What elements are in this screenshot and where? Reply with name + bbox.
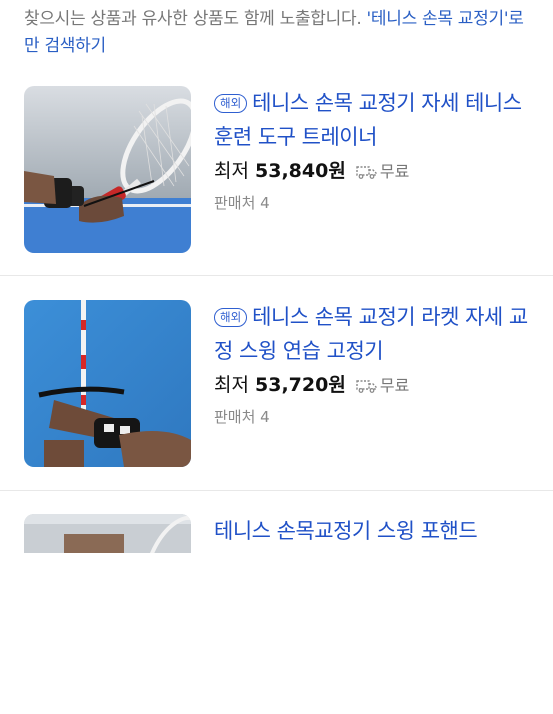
- product-item[interactable]: 해외 테니스 손목 교정기 자세 테니스훈련 도구 트레이너 최저 53,840원…: [24, 86, 534, 286]
- product-title[interactable]: 해외 테니스 손목 교정기 라켓 자세 교정 스윙 연습 고정기: [214, 300, 532, 368]
- product-title[interactable]: 해외 테니스 손목 교정기 자세 테니스훈련 도구 트레이너: [214, 86, 532, 154]
- product-title[interactable]: 테니스 손목교정기 스윙 포핸드: [214, 514, 532, 548]
- exact-search-query: '테니스 손목 교정기': [366, 9, 509, 29]
- price-label: 최저: [214, 160, 249, 182]
- seller-count[interactable]: 판매처 4: [214, 403, 532, 431]
- product-title-text: 테니스 손목 교정기 자세 테니스훈련 도구 트레이너: [214, 91, 522, 149]
- product-item[interactable]: 해외 테니스 손목 교정기 라켓 자세 교정 스윙 연습 고정기 최저 53,72…: [24, 300, 534, 500]
- shipping-info: 무료: [356, 376, 409, 395]
- product-item[interactable]: 테니스 손목교정기 스윙 포핸드: [24, 514, 534, 714]
- price-amount: 53,720원: [255, 374, 346, 396]
- notice-text: 찾으시는 상품과 유사한 상품도 함께 노출합니다.: [24, 9, 367, 29]
- price-label: 최저: [214, 374, 249, 396]
- overseas-badge: 해외: [214, 94, 248, 113]
- price-row: 최저 53,840원 무료: [214, 156, 532, 187]
- price-row: 최저 53,720원 무료: [214, 370, 532, 401]
- product-info: 테니스 손목교정기 스윙 포핸드: [214, 514, 532, 548]
- product-thumbnail[interactable]: [24, 514, 191, 553]
- similar-products-notice: 찾으시는 상품과 유사한 상품도 함께 노출합니다. '테니스 손목 교정기'로…: [24, 6, 534, 60]
- shipping-text: 무료: [379, 162, 410, 181]
- truck-icon: [356, 166, 377, 179]
- product-thumbnail[interactable]: [24, 86, 191, 253]
- seller-count[interactable]: 판매처 4: [214, 189, 532, 217]
- shipping-text: 무료: [379, 376, 410, 395]
- truck-icon: [356, 380, 377, 393]
- item-divider: [0, 490, 553, 491]
- overseas-badge: 해외: [214, 308, 248, 327]
- product-info: 해외 테니스 손목 교정기 자세 테니스훈련 도구 트레이너 최저 53,840원…: [214, 86, 532, 217]
- product-thumbnail[interactable]: [24, 300, 191, 467]
- product-title-text: 테니스 손목 교정기 라켓 자세 교정 스윙 연습 고정기: [214, 305, 528, 363]
- item-divider: [0, 275, 553, 276]
- shipping-info: 무료: [356, 162, 409, 181]
- product-info: 해외 테니스 손목 교정기 라켓 자세 교정 스윙 연습 고정기 최저 53,72…: [214, 300, 532, 431]
- product-title-text: 테니스 손목교정기 스윙 포핸드: [214, 519, 478, 543]
- price-amount: 53,840원: [255, 160, 346, 182]
